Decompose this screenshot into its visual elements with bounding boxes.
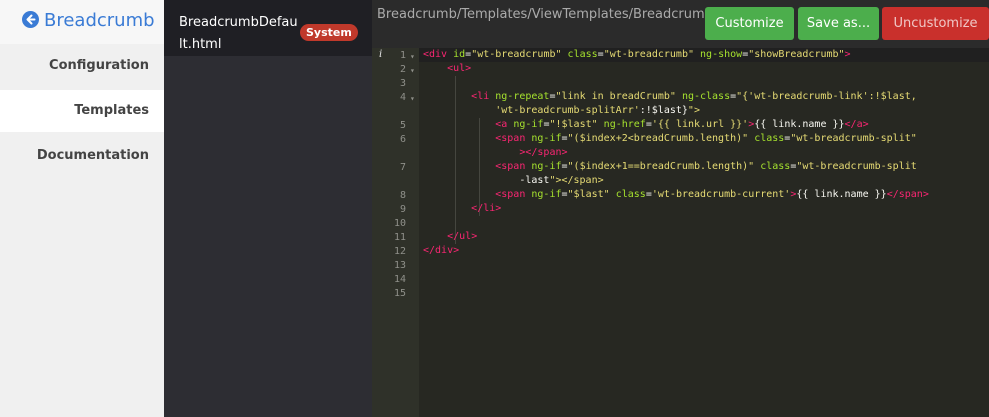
code-line: <span ng-if="($index+2<breadCrumb.length…	[495, 133, 917, 144]
system-badge: System	[300, 24, 358, 41]
nav-item-configuration[interactable]: Configuration	[0, 45, 164, 87]
code-line: <span ng-if="($index+1==breadCrumb.lengt…	[495, 161, 917, 172]
code-line: -last"></span>	[423, 175, 604, 186]
code-line: </li>	[471, 203, 502, 214]
arrow-left-circle-icon[interactable]	[22, 11, 39, 28]
code-line: <li ng-repeat="link in breadCrumb" ng-cl…	[471, 91, 917, 102]
nav-title: Breadcrumb	[44, 10, 155, 31]
line-number: 10	[393, 218, 406, 229]
file-path: Breadcrumb/Templates/ViewTemplates/Bread…	[377, 7, 795, 22]
editor-gutter: i 1 2 3 4 5 6 7 8 9 10 11 12 13 14 15 ▾ …	[372, 48, 419, 417]
line-number: 1	[399, 50, 406, 61]
nav-item-templates[interactable]: Templates	[0, 90, 164, 132]
code-line: </ul>	[447, 231, 478, 242]
line-number: 11	[393, 232, 406, 243]
line-number: 15	[393, 288, 406, 299]
line-number: 6	[399, 134, 406, 145]
file-list-item[interactable]: BreadcrumbDefault.html System	[164, 0, 372, 56]
line-number: 4	[399, 92, 406, 103]
code-line: <ul>	[447, 63, 472, 74]
line-number: 5	[399, 120, 406, 131]
code-line: ></span>	[519, 147, 568, 158]
line-number: 9	[399, 204, 406, 215]
line-number: 8	[399, 190, 406, 201]
code-line: <span ng-if="$last" class='wt-breadcrumb…	[495, 189, 929, 200]
line-number: 7	[399, 162, 406, 173]
line-number: 2	[399, 64, 406, 75]
code-line: 'wt-breadcrumb-splitArr':!$last}">	[495, 105, 700, 116]
fold-toggle-icon[interactable]: ▾	[410, 94, 415, 103]
file-name: BreadcrumbDefault.html	[179, 15, 298, 52]
nav-item-documentation[interactable]: Documentation	[0, 135, 164, 177]
fold-toggle-icon[interactable]: ▾	[410, 52, 415, 61]
uncustomize-button[interactable]: Uncustomize	[882, 7, 989, 40]
nav-header: Breadcrumb	[0, 0, 164, 44]
template-file-list: BreadcrumbDefault.html System	[164, 0, 372, 417]
left-nav: Breadcrumb Configuration Templates Docum…	[0, 0, 164, 417]
code-line: </div>	[423, 245, 460, 256]
line-number: 13	[393, 260, 406, 271]
line-number: 14	[393, 274, 406, 285]
fold-toggle-icon[interactable]: ▾	[410, 66, 415, 75]
code-editor[interactable]: i 1 2 3 4 5 6 7 8 9 10 11 12 13 14 15 ▾ …	[372, 48, 989, 417]
code-line: <div id="wt-breadcrumb" class="wt-breadc…	[423, 49, 851, 60]
line-number: 12	[393, 246, 406, 257]
line-number: 3	[399, 78, 406, 89]
save-as-button[interactable]: Save as...	[798, 7, 879, 40]
code-line: <a ng-if="!$last" ng-href='{{ link.url }…	[495, 119, 869, 130]
customize-button[interactable]: Customize	[705, 7, 794, 40]
